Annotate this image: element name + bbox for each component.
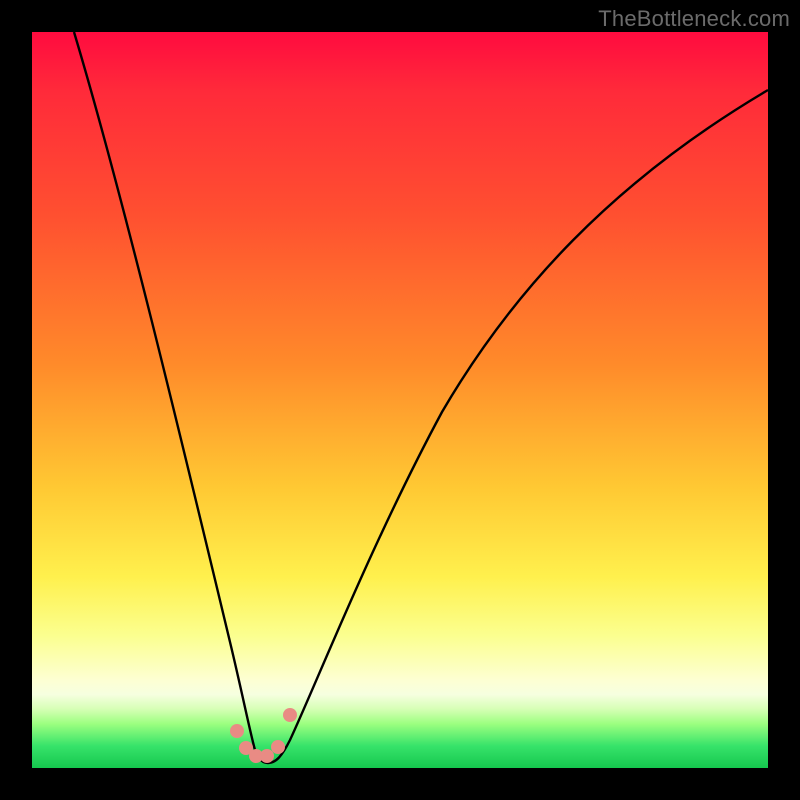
trough-dots [230,708,297,763]
plot-area [32,32,768,768]
bottleneck-curve [74,32,768,763]
chart-frame: TheBottleneck.com [0,0,800,800]
watermark-text: TheBottleneck.com [598,6,790,32]
curve-layer [32,32,768,768]
